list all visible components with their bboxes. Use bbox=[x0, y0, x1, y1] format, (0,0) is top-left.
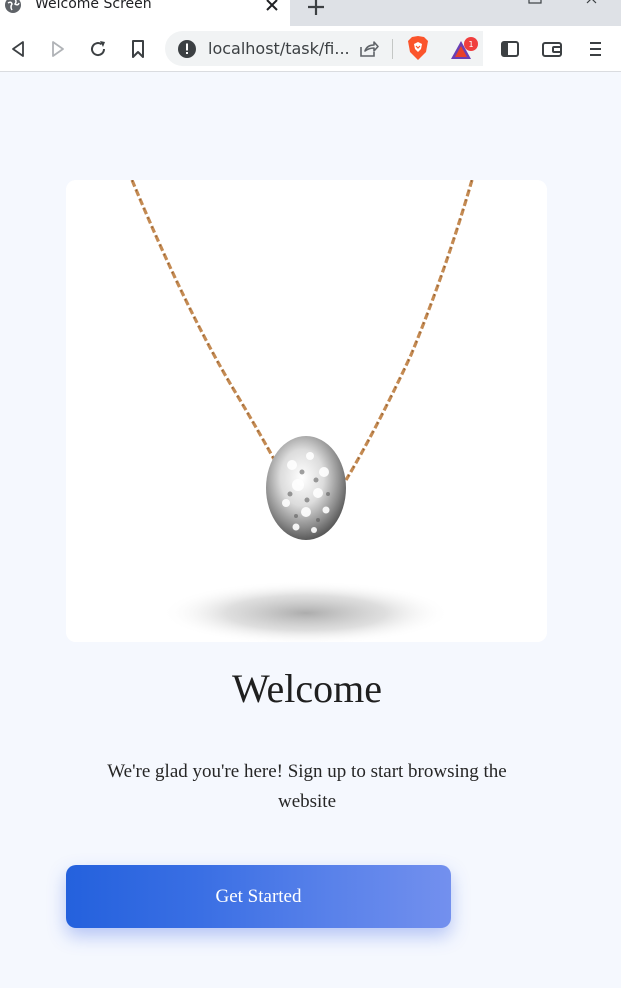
share-icon[interactable] bbox=[358, 39, 380, 59]
hero-image bbox=[66, 180, 547, 642]
page-title: Welcome bbox=[231, 666, 383, 711]
wallet-button[interactable] bbox=[540, 37, 564, 61]
plus-icon[interactable] bbox=[305, 0, 327, 18]
close-icon[interactable] bbox=[264, 0, 280, 13]
back-button[interactable] bbox=[6, 37, 30, 61]
sidebar-icon bbox=[501, 41, 519, 57]
address-bar[interactable]: localhost/task/fi... 1 bbox=[165, 31, 483, 66]
sidebar-button[interactable] bbox=[498, 37, 522, 61]
rewards-badge-count: 1 bbox=[468, 40, 473, 49]
address-bar-url[interactable]: localhost/task/fi... bbox=[208, 39, 350, 58]
menu-icon bbox=[590, 42, 601, 56]
reload-button[interactable] bbox=[86, 37, 110, 61]
necklace-pendant-image bbox=[66, 180, 547, 642]
browser-tab-strip: Welcome Screen bbox=[0, 0, 621, 26]
bookmark-button[interactable] bbox=[126, 37, 150, 61]
menu-button[interactable] bbox=[583, 37, 607, 61]
rewards-triangle-icon[interactable]: 1 bbox=[449, 37, 479, 61]
back-arrow-icon bbox=[12, 41, 24, 57]
get-started-button[interactable]: Get Started bbox=[66, 865, 451, 928]
wallet-icon bbox=[542, 42, 562, 57]
info-icon[interactable] bbox=[177, 39, 197, 59]
window-close-icon[interactable] bbox=[586, 0, 600, 4]
reload-icon bbox=[91, 41, 106, 57]
tab-title: Welcome Screen bbox=[35, 0, 152, 12]
forward-button[interactable] bbox=[46, 37, 70, 61]
browser-toolbar: localhost/task/fi... 1 bbox=[0, 26, 621, 72]
restore-window-icon[interactable] bbox=[528, 0, 542, 4]
page-subtitle: We're glad you're here! Sign up to start… bbox=[107, 761, 507, 812]
address-bar-divider bbox=[392, 39, 393, 59]
browser-tab[interactable]: Welcome Screen bbox=[0, 0, 290, 26]
forward-arrow-icon bbox=[52, 41, 64, 57]
bookmark-icon bbox=[132, 40, 144, 58]
globe-icon bbox=[5, 0, 21, 13]
brave-lion-icon[interactable] bbox=[407, 35, 429, 61]
